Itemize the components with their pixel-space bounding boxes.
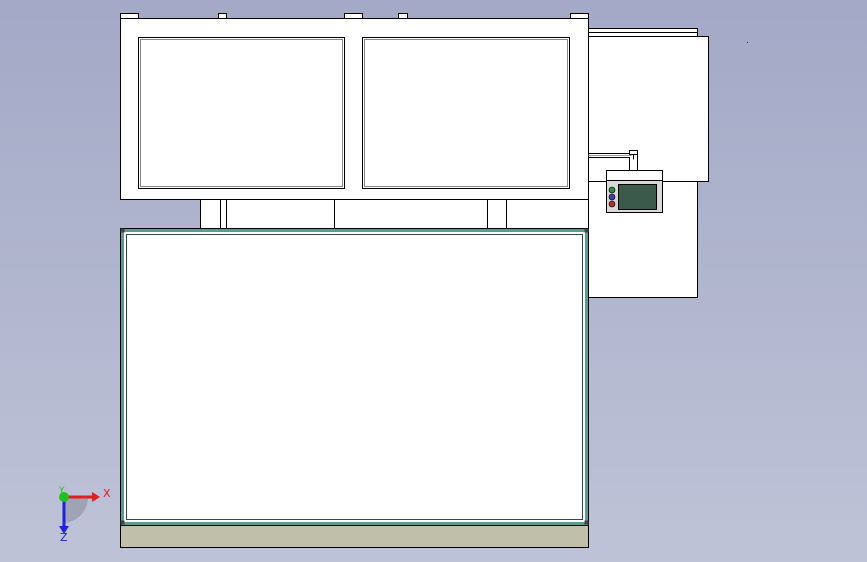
indicator-light-blue	[608, 193, 616, 201]
indicator-light-red	[608, 200, 616, 208]
upper-window-right	[362, 37, 570, 189]
side-cabinet-door	[588, 36, 709, 182]
upper-cabinet	[120, 13, 589, 200]
guard-window	[126, 234, 583, 520]
middle-frame-band	[200, 199, 589, 229]
guard-corner	[584, 228, 589, 233]
conduit-clamp	[629, 150, 638, 155]
top-tab	[398, 13, 408, 19]
cad-viewport[interactable]: X Y Z	[0, 0, 867, 562]
top-tab	[120, 13, 139, 19]
stray-point	[747, 42, 748, 43]
hmi-mount	[606, 170, 663, 181]
top-tab	[218, 13, 227, 19]
lower-guard	[120, 228, 589, 526]
machine-base	[120, 525, 589, 548]
indicator-light-green	[608, 186, 616, 194]
top-tab	[570, 13, 589, 19]
guard-corner	[120, 520, 125, 525]
hmi-screen	[618, 184, 657, 210]
z-axis-label: Z	[60, 531, 68, 544]
upper-window-left	[138, 37, 345, 189]
x-axis-label: X	[103, 487, 111, 500]
axis-triad	[59, 492, 100, 534]
middle-frame	[200, 199, 589, 229]
y-axis-label: Y	[59, 486, 65, 496]
machine-drawing	[59, 13, 748, 548]
top-tab	[344, 13, 363, 19]
side-cabinet	[588, 28, 709, 298]
guard-corner	[120, 228, 125, 233]
hmi-panel	[606, 170, 663, 213]
guard-corner	[584, 520, 589, 525]
triad-shadow	[64, 497, 89, 523]
x-axis-arrowhead	[92, 492, 100, 502]
